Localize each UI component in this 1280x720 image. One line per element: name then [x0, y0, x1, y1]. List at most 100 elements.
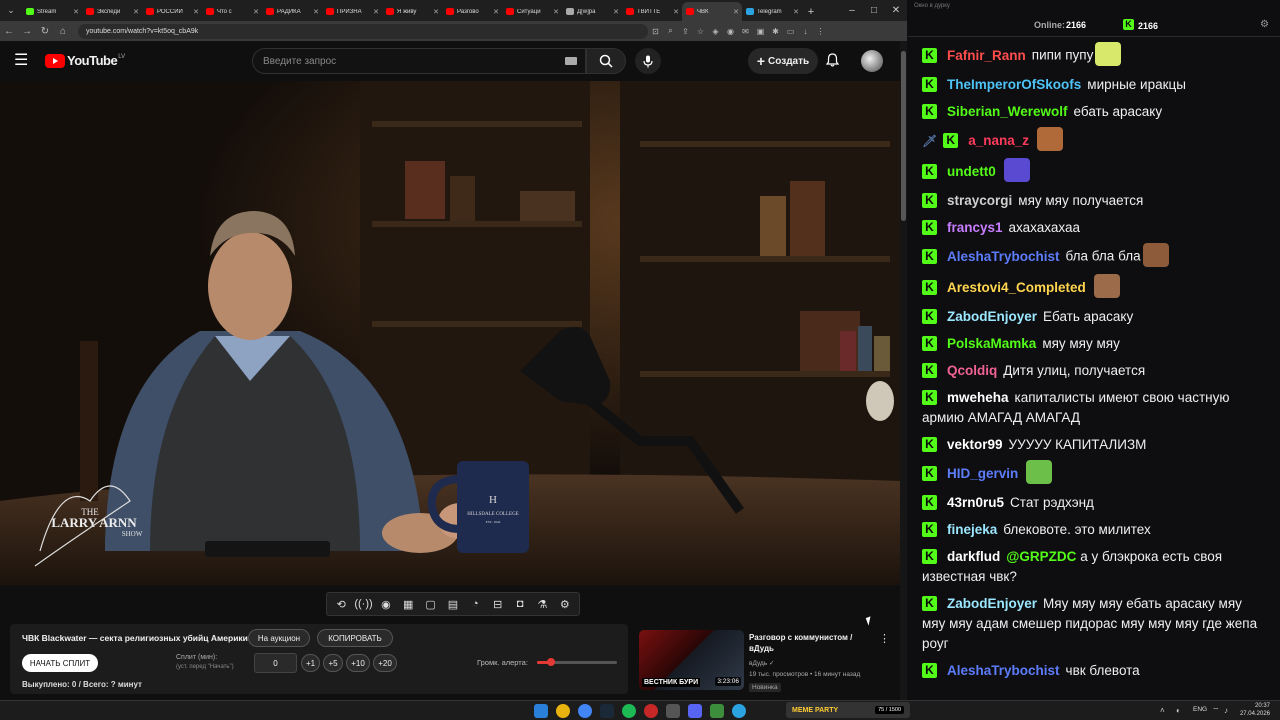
extension-icon[interactable]: ▣ [753, 21, 768, 41]
chat-username[interactable]: francys1 [947, 220, 1003, 235]
chat-username[interactable]: HID_gervin [947, 466, 1018, 481]
browser-tab[interactable]: РОССИЙ ✕ [142, 2, 202, 21]
tab-close-icon[interactable]: ✕ [793, 8, 799, 16]
auction-button[interactable]: На аукцион [248, 629, 310, 647]
browser-tab[interactable]: Telegram ✕ [742, 2, 802, 21]
maximize-icon[interactable]: □ [863, 0, 885, 21]
speed-icon[interactable]: ◔ [465, 598, 485, 610]
browser-tab[interactable]: Д[w]ра ✕ [562, 2, 622, 21]
browser-tab[interactable]: Ситуаци ✕ [502, 2, 562, 21]
account-avatar[interactable] [861, 50, 883, 72]
bookmark-icon[interactable]: ☆ [693, 21, 708, 41]
chat-username[interactable]: vektor99 [947, 437, 1003, 452]
tab-close-icon[interactable]: ✕ [313, 8, 319, 16]
home-icon[interactable]: ⌂ [54, 21, 72, 41]
chat-username[interactable]: mweheha [947, 390, 1009, 405]
chat-username[interactable]: straycorgi [947, 193, 1012, 208]
pip-icon[interactable]: ▢ [421, 598, 441, 611]
network-icon[interactable]: ⌔ [1212, 706, 1220, 716]
tab-close-icon[interactable]: ✕ [493, 8, 499, 16]
keyboard-icon[interactable] [565, 57, 577, 65]
telegram-icon[interactable] [732, 704, 746, 718]
browser-tab[interactable]: Экспеди ✕ [82, 2, 142, 21]
clock[interactable]: 20:37 27.04.2026 [1238, 702, 1270, 718]
share-icon[interactable]: ⇪ [678, 21, 693, 41]
hamburger-menu-icon[interactable]: ☰ [14, 51, 34, 71]
chat-username[interactable]: a_nana_z [968, 133, 1029, 148]
new-tab-button[interactable]: + [802, 2, 820, 21]
increment-button[interactable]: +20 [373, 654, 397, 672]
broadcast-icon[interactable]: ((·)) [354, 598, 374, 610]
tab-close-icon[interactable]: ✕ [613, 8, 619, 16]
scrollbar-thumb[interactable] [901, 51, 906, 221]
flask-icon[interactable]: ⚗ [532, 598, 552, 611]
tray-chevron-icon[interactable]: ˄ [1160, 706, 1165, 715]
chat-settings-icon[interactable]: ⚙ [1260, 19, 1269, 30]
tab-search-icon[interactable]: ⌄ [0, 0, 22, 21]
browser-icon[interactable] [578, 704, 592, 718]
zoom-icon[interactable]: ⌕ [663, 21, 678, 41]
chat-username[interactable]: AleshaTrybochist [947, 663, 1060, 678]
watch-icon[interactable]: ◉ [376, 598, 396, 611]
page-scrollbar[interactable] [900, 41, 907, 700]
voice-search-button[interactable] [635, 48, 661, 74]
tab-close-icon[interactable]: ✕ [673, 8, 679, 16]
chat-username[interactable]: finejeka [947, 522, 997, 537]
sidebar-icon[interactable]: ▭ [783, 21, 798, 41]
chat-username[interactable]: darkflud [947, 549, 1000, 564]
start-split-button[interactable]: НАЧАТЬ СПЛИТ [22, 654, 98, 672]
video-player[interactable]: H HILLSDALE COLLEGE EST. 1844 THE LARRY … [0, 81, 900, 585]
extensions-puzzle-icon[interactable]: ✱ [768, 21, 783, 41]
spotify-icon[interactable] [622, 704, 636, 718]
tab-close-icon[interactable]: ✕ [373, 8, 379, 16]
recommended-video[interactable]: ВЕСТНИК БУРИ 3:23:06 Разговор с коммунис… [639, 630, 890, 694]
discord-icon[interactable] [688, 704, 702, 718]
extension-icon[interactable]: ✉ [738, 21, 753, 41]
create-button[interactable]: + Создать [748, 48, 818, 74]
chat-username[interactable]: 43rn0ru5 [947, 495, 1004, 510]
search-button[interactable] [586, 48, 626, 74]
download-icon[interactable]: ↓ [798, 21, 813, 41]
forward-icon[interactable]: → [18, 21, 36, 41]
tab-close-icon[interactable]: ✕ [193, 8, 199, 16]
browser-tab[interactable]: Я живу ✕ [382, 2, 442, 21]
volume-knob[interactable] [546, 658, 555, 666]
extension-icon[interactable]: ◉ [723, 21, 738, 41]
url-field[interactable]: youtube.com/watch?v=kt5oq_cbA9k [78, 23, 648, 39]
menu-icon[interactable]: ⋮ [813, 21, 828, 41]
app-icon[interactable] [710, 704, 724, 718]
subtitles-icon[interactable]: ▤ [443, 598, 463, 611]
increment-button[interactable]: +5 [323, 654, 343, 672]
chat-username[interactable]: Qcoldiq [947, 363, 997, 378]
browser-tab[interactable]: Разгово ✕ [442, 2, 502, 21]
tab-close-icon[interactable]: ✕ [253, 8, 259, 16]
browser-tab[interactable]: ПРИЗНА ✕ [322, 2, 382, 21]
recommended-title[interactable]: Разговор с коммунистом / вДудь [749, 632, 864, 654]
notifications-bell-icon[interactable] [825, 53, 840, 70]
meme-party-widget[interactable]: MEME PARTY 75 / 1500 [786, 702, 910, 718]
tab-close-icon[interactable]: ✕ [733, 8, 739, 16]
youtube-logo[interactable]: YouTube LV [45, 53, 125, 68]
chat-username[interactable]: Fafnir_Rann [947, 48, 1026, 63]
tab-close-icon[interactable]: ✕ [553, 8, 559, 16]
chat-username[interactable]: ZabodEnjoyer [947, 309, 1037, 324]
browser-tab[interactable]: РАДИКА ✕ [262, 2, 322, 21]
video-thumbnail[interactable]: ВЕСТНИК БУРИ 3:23:06 [639, 630, 744, 690]
language-indicator[interactable]: ENG [1193, 706, 1207, 713]
back-icon[interactable]: ← [0, 21, 18, 41]
loop-icon[interactable]: ⟲ [331, 598, 351, 611]
alert-volume-slider[interactable] [537, 658, 617, 666]
install-icon[interactable]: ⊡ [648, 21, 663, 41]
clapper-icon[interactable]: ▦ [398, 598, 418, 611]
chat-username[interactable]: undett0 [947, 164, 996, 179]
chat-username[interactable]: ZabodEnjoyer [947, 596, 1037, 611]
channel-name[interactable]: вДудь ✓ [749, 659, 774, 667]
volume-icon[interactable]: ♪ [1224, 706, 1228, 715]
app-icon[interactable] [666, 704, 680, 718]
chrome-icon[interactable] [556, 704, 570, 718]
steam-icon[interactable] [600, 704, 614, 718]
tab-close-icon[interactable]: ✕ [133, 8, 139, 16]
browser-tab[interactable]: ЧВК ✕ [682, 2, 742, 21]
chat-username[interactable]: TheImperorOfSkoofs [947, 77, 1081, 92]
minimize-icon[interactable]: – [841, 0, 863, 21]
